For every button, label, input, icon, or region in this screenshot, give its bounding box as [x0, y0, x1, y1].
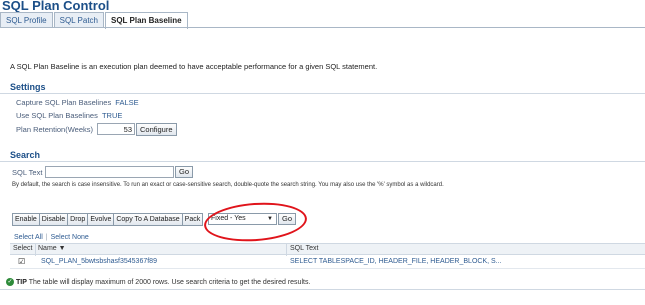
configure-button[interactable]: Configure [136, 123, 177, 136]
check-icon: ✓ [6, 278, 14, 286]
sql-text-link[interactable]: SELECT TABLESPACE_ID, HEADER_FILE, HEADE… [290, 258, 502, 265]
sort-down-icon: ▼ [58, 245, 66, 252]
drop-button[interactable]: Drop [68, 213, 89, 226]
sql-text-label: SQL Text [12, 168, 43, 177]
footer-divider [0, 289, 645, 290]
enable-button[interactable]: Enable [12, 213, 40, 226]
baseline-table: Select Name ▼ SQL Text ☑ SQL_PLAN_5bwtsb… [10, 243, 645, 269]
tab-sql-patch[interactable]: SQL Patch [53, 12, 104, 28]
name-column-header[interactable]: Name ▼ [38, 245, 66, 252]
tip-text: The table will display maximum of 2000 r… [28, 278, 311, 286]
link-separator: | [45, 234, 48, 241]
table-row: ☑ SQL_PLAN_5bwtsbshasf3545367f89 SELECT … [10, 255, 645, 269]
tab-divider [0, 27, 645, 28]
row-checkbox[interactable]: ☑ [18, 258, 26, 266]
use-label: Use SQL Plan Baselines [16, 111, 98, 120]
settings-header: Settings [10, 82, 46, 92]
retention-weeks-field[interactable]: 53 [97, 123, 135, 135]
use-value: TRUE [101, 111, 123, 120]
selection-links: Select All | Select None [14, 234, 89, 241]
fixed-select-value: Fixed - Yes [211, 215, 246, 222]
disable-button[interactable]: Disable [39, 213, 69, 226]
capture-setting: Capture SQL Plan Baselines FALSE [16, 98, 139, 107]
pack-button[interactable]: Pack [182, 213, 204, 226]
select-all-link[interactable]: Select All [14, 234, 43, 241]
tip-message: ✓ TIP The table will display maximum of 2… [6, 278, 310, 286]
select-column-header: Select [13, 245, 33, 252]
capture-value: FALSE [115, 98, 139, 107]
copy-to-database-button[interactable]: Copy To A Database [114, 213, 183, 226]
name-column-label: Name [38, 245, 57, 252]
retention-label: Plan Retention(Weeks) [16, 125, 93, 134]
tab-bar: SQL Profile SQL Patch SQL Plan Baseline [0, 12, 189, 29]
search-go-button[interactable]: Go [175, 166, 194, 178]
intro-text: A SQL Plan Baseline is an execution plan… [10, 62, 378, 71]
search-divider [0, 161, 645, 162]
tip-label: TIP [16, 278, 27, 286]
select-none-link[interactable]: Select None [51, 234, 89, 241]
chevron-down-icon: ▼ [267, 216, 273, 222]
tab-sql-profile[interactable]: SQL Profile [0, 12, 53, 28]
search-header: Search [10, 150, 41, 160]
sql-text-input[interactable] [45, 166, 174, 178]
capture-label: Capture SQL Plan Baselines [16, 98, 112, 107]
use-setting: Use SQL Plan Baselines TRUE [16, 111, 122, 120]
search-hint: By default, the search is case insensiti… [12, 182, 444, 188]
settings-divider [0, 93, 645, 94]
sql-column-header: SQL Text [290, 245, 319, 252]
fixed-select[interactable]: Fixed - Yes ▼ [208, 213, 277, 225]
table-header: Select Name ▼ SQL Text [10, 243, 645, 256]
toolbar-go-button[interactable]: Go [278, 213, 297, 225]
evolve-button[interactable]: Evolve [88, 213, 115, 226]
baseline-toolbar: Enable Disable Drop Evolve Copy To A Dat… [12, 213, 204, 226]
plan-name-link[interactable]: SQL_PLAN_5bwtsbshasf3545367f89 [41, 258, 157, 265]
